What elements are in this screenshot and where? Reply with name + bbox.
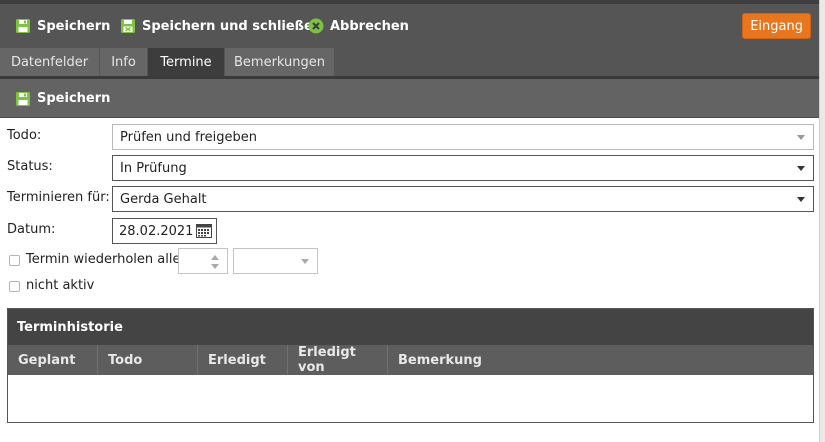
date-input-value: 28.02.2021 (119, 223, 194, 239)
save-and-close-button[interactable]: Speichern und schließen (120, 4, 322, 48)
page-scrollbar[interactable] (819, 0, 825, 442)
cancel-button[interactable]: Abbrechen (308, 4, 409, 48)
date-input[interactable]: 28.02.2021 (112, 218, 217, 244)
status-select[interactable]: In Prüfung (112, 155, 814, 181)
tab-bemerkungen[interactable]: Bemerkungen (225, 48, 335, 76)
assign-label: Terminieren für: (7, 190, 110, 205)
floppy-disk-close-icon (120, 18, 136, 34)
floppy-disk-icon (15, 91, 31, 107)
appointment-history-panel: Terminhistorie Geplant Todo Erledigt Erl… (7, 308, 814, 423)
tab-datenfelder[interactable]: Datenfelder (0, 48, 100, 76)
cancel-button-label: Abbrechen (330, 18, 409, 34)
assign-select[interactable]: Gerda Gehalt (112, 186, 814, 212)
tab-bar: Datenfelder Info Termine Bemerkungen (0, 48, 820, 76)
todo-select-value: Prüfen und freigeben (120, 129, 257, 145)
column-todo[interactable]: Todo (98, 345, 198, 375)
status-select-value: In Prüfung (120, 160, 187, 176)
column-geplant[interactable]: Geplant (8, 345, 98, 375)
cancel-x-icon (308, 18, 324, 34)
stepper-up-icon[interactable] (211, 255, 219, 260)
todo-select[interactable]: Prüfen und freigeben (112, 124, 814, 150)
save-button[interactable]: Speichern (15, 4, 110, 48)
repeat-unit-select[interactable] (233, 248, 318, 274)
assign-select-value: Gerda Gehalt (120, 191, 207, 207)
chevron-down-icon (301, 259, 309, 264)
sub-save-button-label: Speichern (37, 91, 111, 106)
status-label: Status: (7, 159, 53, 174)
inactive-label: nicht aktiv (26, 278, 95, 293)
sub-save-button[interactable]: Speichern (15, 79, 110, 118)
inbox-button[interactable]: Eingang (742, 13, 811, 39)
main-toolbar: Speichern Speichern und schließen Abbrec… (0, 0, 820, 48)
repeat-label: Termin wiederholen alle (26, 252, 181, 267)
inactive-checkbox[interactable] (9, 281, 20, 292)
chevron-down-icon (797, 135, 805, 140)
column-erledigt[interactable]: Erledigt (198, 345, 288, 375)
chevron-down-icon (797, 166, 805, 171)
calendar-icon[interactable] (196, 224, 212, 242)
history-table-header: Geplant Todo Erledigt Erledigt von Bemer… (8, 345, 813, 375)
history-title: Terminhistorie (8, 309, 813, 345)
save-and-close-button-label: Speichern und schließen (142, 18, 323, 34)
floppy-disk-icon (15, 18, 31, 34)
save-button-label: Speichern (37, 18, 111, 34)
date-label: Datum: (7, 222, 56, 237)
chevron-down-icon (797, 197, 805, 202)
todo-label: Todo: (7, 128, 42, 143)
tab-termine[interactable]: Termine (148, 48, 225, 76)
repeat-interval-stepper[interactable] (178, 248, 228, 274)
sub-toolbar: Speichern (0, 79, 820, 118)
column-erledigt-von[interactable]: Erledigt von (288, 345, 388, 375)
repeat-checkbox[interactable] (9, 255, 20, 266)
column-bemerkung[interactable]: Bemerkung (388, 345, 813, 375)
stepper-down-icon[interactable] (211, 264, 219, 269)
tab-info[interactable]: Info (100, 48, 148, 76)
